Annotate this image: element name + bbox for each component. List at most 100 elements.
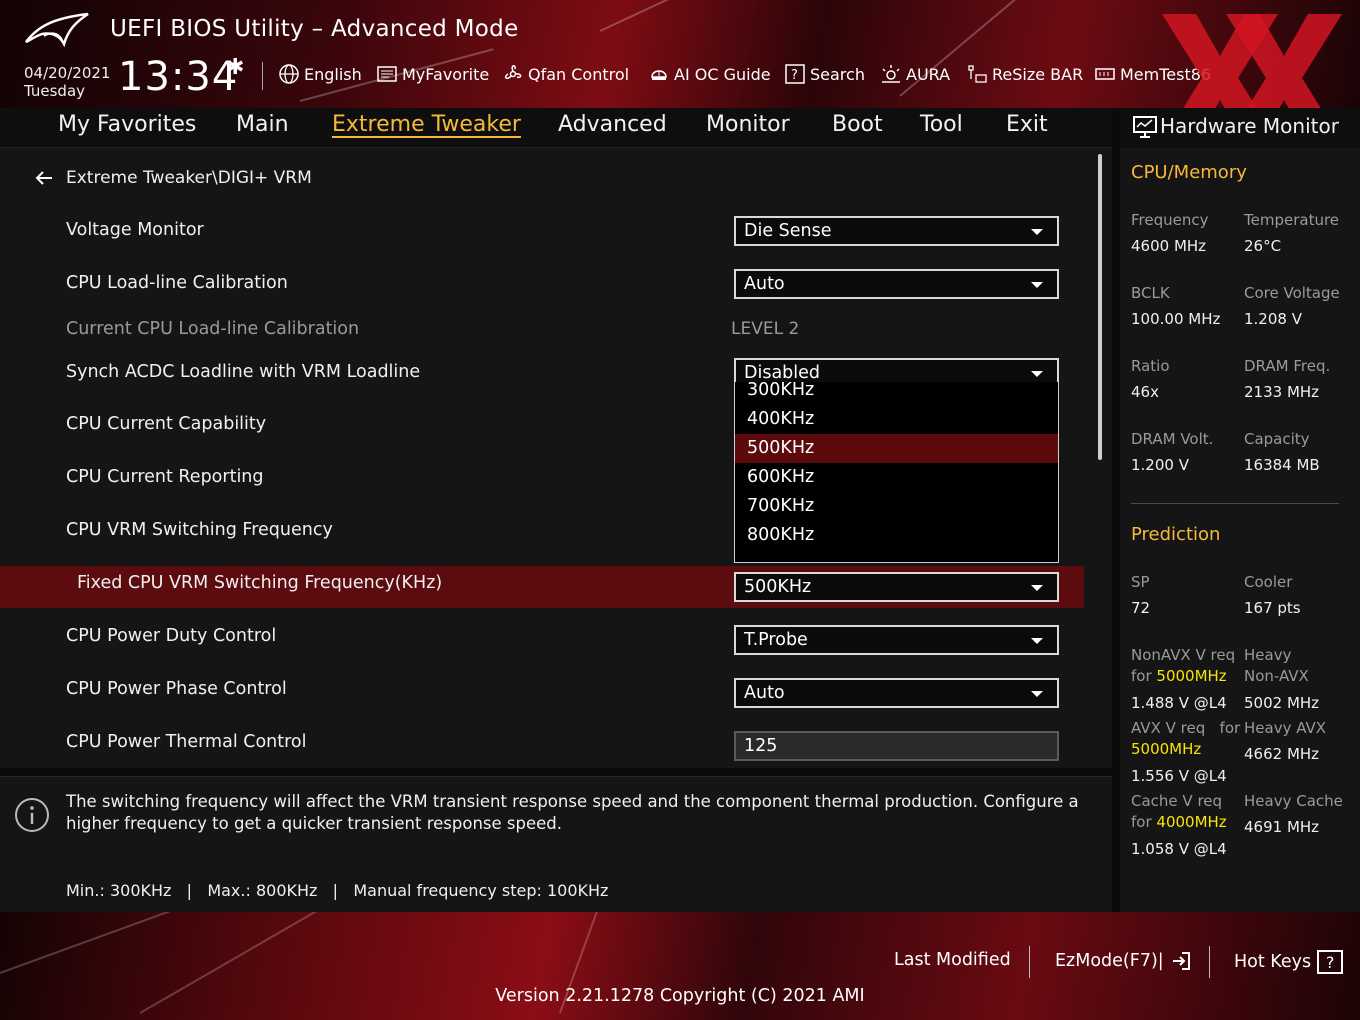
hotkeys-button[interactable]: Hot Keys ? [1234,950,1344,974]
prediction-heading: Prediction [1131,524,1221,545]
dropdown-option[interactable]: 300KHz [735,376,1058,405]
dram-volt-value: 1.200 V [1131,456,1189,474]
tab-main[interactable]: Main [236,112,289,137]
dropdown-option[interactable]: 400KHz [735,405,1058,434]
breadcrumb[interactable]: Extreme Tweaker\DIGI+ VRM [34,168,312,188]
setting-label-cpu-vrm-switching-frequency[interactable]: CPU VRM Switching Frequency [66,520,333,540]
nonavx-req-value: 1.488 V @L4 [1131,694,1227,712]
setting-label-cpu-power-duty-control: CPU Power Duty Control [66,626,277,646]
ai-oc-guide-icon [651,70,667,80]
tab-my-favorites[interactable]: My Favorites [58,112,196,137]
frequency-label: Frequency [1131,211,1209,229]
chevron-down-icon [1031,638,1043,644]
tab-tool[interactable]: Tool [920,112,963,137]
header-divider [262,62,263,90]
qfan-control-button[interactable]: Qfan Control [502,62,629,86]
date-display: 04/20/2021 [24,64,111,82]
resize-bar-label: ReSize BAR [992,64,1084,84]
cpu-power-thermal-control-value: 125 [744,736,778,756]
search-label: Search [810,64,865,84]
myfavorite-button[interactable]: MyFavorite [376,62,489,86]
cache-for-label: for [1131,813,1152,831]
cooler-value: 167 pts [1244,599,1301,617]
sp-value: 72 [1131,599,1151,617]
dram-freq-value: 2133 MHz [1244,383,1320,401]
tab-boot[interactable]: Boot [832,112,883,137]
voltage-monitor-select[interactable]: Die Sense [734,216,1059,246]
setting-label-cpu-current-reporting[interactable]: CPU Current Reporting [66,467,264,487]
heavy-nonavx-value: 5002 MHz [1244,694,1320,712]
clock-display: 13:34 [118,54,239,100]
heavy-nonavx-label-line2: Non-AVX [1244,667,1309,685]
cpu-memory-heading: CPU/Memory [1131,162,1247,183]
heavy-avx-label: Heavy AVX [1244,719,1327,737]
nonavx-for-line: for 5000MHz [1131,666,1227,687]
sp-label: SP [1131,573,1150,591]
clock-settings-icon[interactable]: ✱ [226,55,244,80]
cache-for-line: for 4000MHz [1131,812,1227,833]
tab-advanced[interactable]: Advanced [558,112,667,137]
frequency-dropdown-list[interactable]: 300KHz 400KHz 500KHz 600KHz 700KHz 800KH… [734,380,1059,563]
nonavx-for-label: for [1131,667,1152,685]
footer-divider [1029,946,1030,978]
aura-button[interactable]: AURA [880,62,950,86]
current-cpu-llc-value: LEVEL 2 [731,319,800,339]
tab-exit[interactable]: Exit [1006,112,1048,137]
setting-label-cpu-current-capability[interactable]: CPU Current Capability [66,414,266,434]
help-description: The switching frequency will affect the … [66,792,1079,833]
ezmode-button[interactable]: EzMode(F7)| [1055,950,1192,972]
cpu-power-phase-control-select[interactable]: Auto [734,678,1059,708]
cpu-power-duty-control-value: T.Probe [744,630,808,650]
back-arrow-icon[interactable] [34,168,54,188]
cache-frequency: 4000MHz [1156,813,1227,831]
last-modified-button[interactable]: Last Modified [894,950,1011,970]
setting-label-cpu-llc: CPU Load-line Calibration [66,273,288,293]
dropdown-option-selected[interactable]: 500KHz [735,434,1058,463]
resize-bar-icon [968,65,987,83]
dropdown-option[interactable]: 700KHz [735,492,1058,521]
avx-req-line: AVX V req for [1131,718,1240,739]
setting-label-cpu-power-phase-control: CPU Power Phase Control [66,679,287,699]
cpu-llc-value: Auto [744,274,785,294]
cpu-llc-select[interactable]: Auto [734,269,1059,299]
fixed-vrm-frequency-select[interactable]: 500KHz [734,572,1059,602]
app-title: UEFI BIOS Utility – Advanced Mode [110,16,519,42]
cooler-label: Cooler [1244,573,1293,591]
scrollbar[interactable] [1098,154,1102,460]
dropdown-option[interactable]: 600KHz [735,463,1058,492]
dram-freq-label: DRAM Freq. [1244,357,1331,375]
cache-req-value: 1.058 V @L4 [1131,840,1227,858]
heavy-nonavx-label-line1: Heavy [1244,646,1292,664]
language-button[interactable]: English [278,62,362,86]
day-display: Tuesday [24,82,86,100]
cpu-power-duty-control-select[interactable]: T.Probe [734,625,1059,655]
info-icon [15,798,49,832]
temperature-value: 26°C [1244,237,1282,255]
heavy-nonavx-label: Heavy Non-AVX [1244,645,1309,687]
hotkeys-label: Hot Keys [1234,952,1312,972]
cache-req-label: Cache V req [1131,792,1223,810]
fan-icon [504,65,522,80]
hardware-monitor-panel: Hardware Monitor CPU/Memory Frequency 46… [1120,108,1360,912]
dropdown-option[interactable]: 800KHz [735,521,1058,550]
myfavorite-label: MyFavorite [402,64,490,84]
ai-oc-guide-button[interactable]: AI OC Guide [648,62,771,86]
core-voltage-value: 1.208 V [1244,310,1302,328]
setting-label-cpu-power-thermal-control: CPU Power Thermal Control [66,732,307,752]
globe-icon [279,64,299,84]
fixed-vrm-frequency-value: 500KHz [744,577,812,597]
cpu-power-thermal-control-input[interactable]: 125 [734,731,1059,761]
setting-label-synch-acdc: Synch ACDC Loadline with VRM Loadline [66,362,421,382]
last-modified-label: Last Modified [894,950,1011,970]
resize-bar-button[interactable]: ReSize BAR [966,62,1083,86]
chevron-down-icon [1031,229,1043,235]
search-button[interactable]: ? Search [784,62,865,86]
tab-extreme-tweaker[interactable]: Extreme Tweaker [332,112,521,137]
hardware-monitor-title: Hardware Monitor [1160,114,1339,138]
settings-panel: Extreme Tweaker\DIGI+ VRM Voltage Monito… [0,148,1112,768]
version-text: Version 2.21.1278 Copyright (C) 2021 AMI [495,986,865,1006]
memtest-icon [1095,68,1115,80]
avx-frequency: 5000MHz [1131,740,1202,758]
tab-monitor[interactable]: Monitor [706,112,790,137]
cpu-power-phase-control-value: Auto [744,683,785,703]
